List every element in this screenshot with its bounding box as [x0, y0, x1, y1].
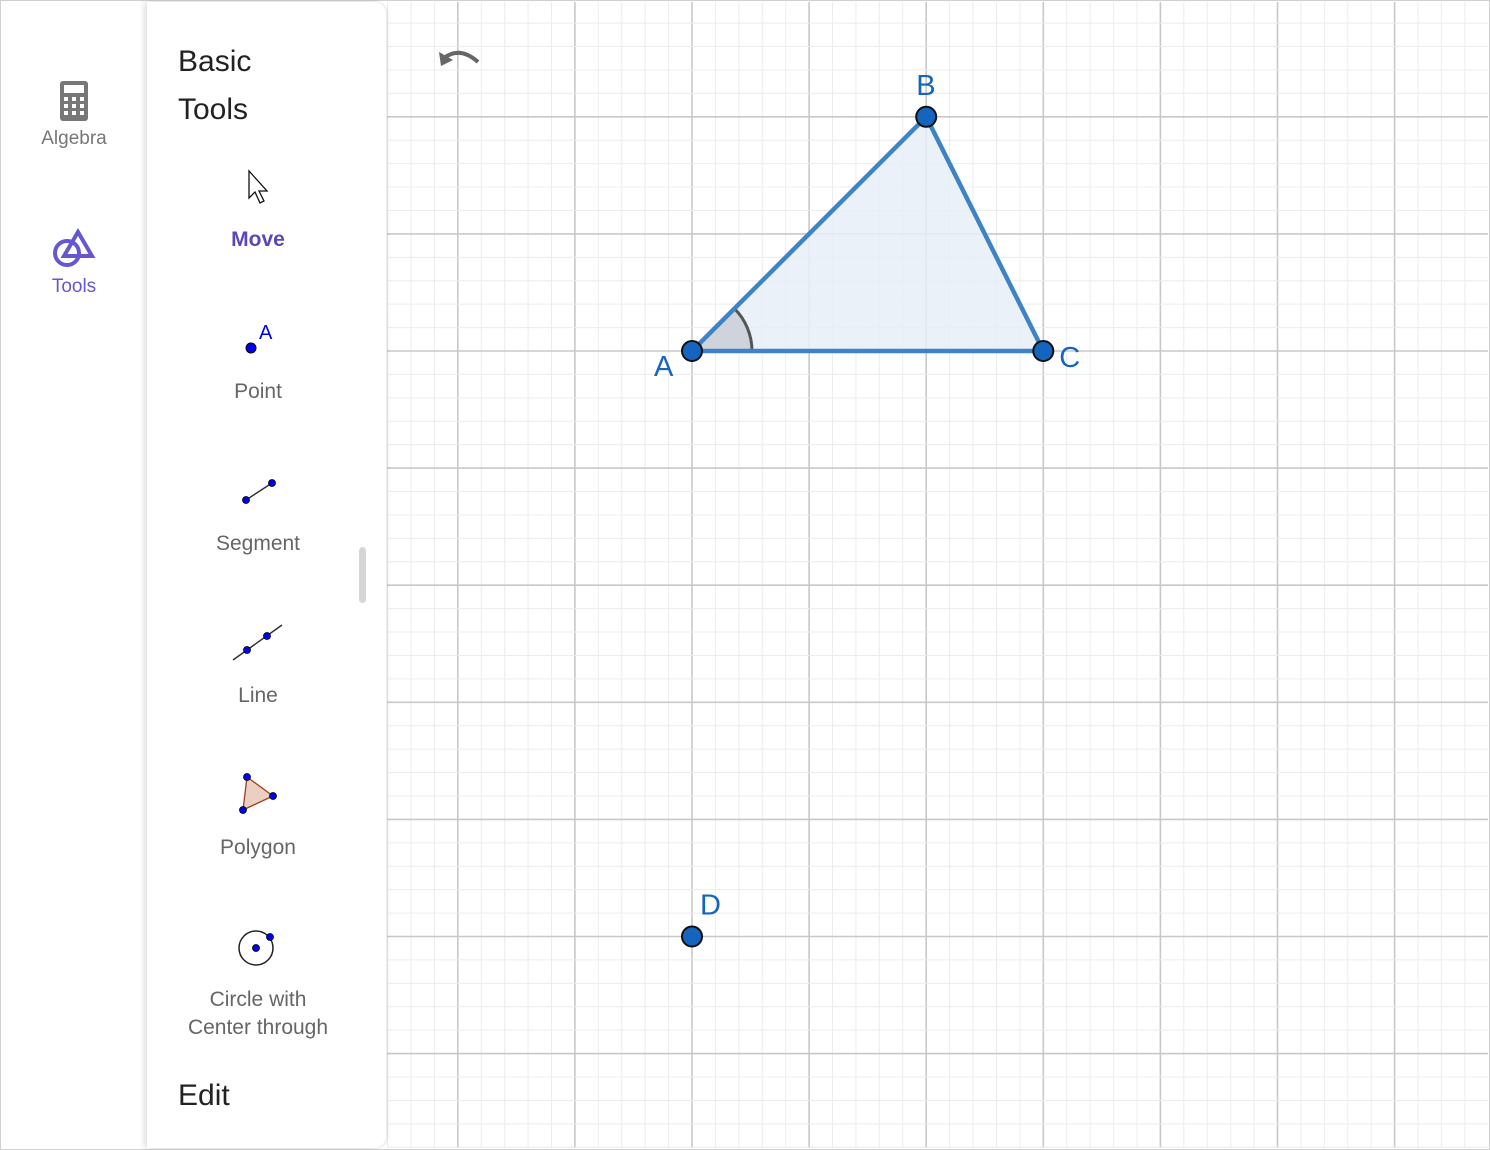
undo-button[interactable] — [436, 44, 484, 76]
cursor-arrow-icon — [248, 169, 269, 204]
tool-label: Line — [238, 684, 278, 707]
title-line: Basic — [178, 45, 252, 78]
tool-segment[interactable]: Segment — [147, 474, 369, 558]
undo-icon — [439, 50, 480, 66]
tool-move[interactable]: Move — [147, 168, 369, 254]
calculator-icon — [60, 81, 88, 121]
edit-section-title: Edit — [178, 1079, 230, 1112]
tool-label: Move — [231, 228, 285, 251]
tool-label: Polygon — [220, 836, 296, 859]
tools-shapes-icon — [53, 228, 96, 267]
rail-item-label: Algebra — [41, 128, 107, 149]
point-A[interactable] — [681, 340, 703, 362]
tool-label: Center through — [187, 1016, 329, 1039]
tool-label: Segment — [215, 532, 301, 555]
svg-text:A: A — [259, 322, 273, 344]
point-label-D: D — [700, 890, 721, 922]
title-line: Tools — [178, 93, 249, 126]
point-icon: A — [245, 322, 273, 354]
rail-item-algebra[interactable]: Algebra — [2, 80, 146, 150]
point-C[interactable] — [1032, 340, 1055, 362]
circle-center-point-icon — [238, 930, 274, 966]
point-label-B: B — [916, 70, 935, 102]
tool-line[interactable]: Line — [147, 622, 369, 710]
line-icon — [232, 624, 283, 661]
rail-item-label: Tools — [51, 276, 97, 297]
polygon-icon — [239, 773, 277, 814]
tools-panel: Basic Tools Move A Point Segment Line Po… — [147, 2, 386, 1148]
tool-point[interactable]: A Point — [147, 320, 369, 406]
panel-scrollbar[interactable] — [359, 547, 366, 603]
point-D[interactable] — [681, 925, 703, 948]
point-B[interactable] — [915, 105, 938, 128]
panel-title: Basic Tools — [178, 38, 251, 134]
tool-label: Point — [234, 380, 282, 403]
segment-icon — [242, 479, 276, 504]
tool-polygon[interactable]: Polygon — [147, 772, 369, 862]
side-rail: Algebra Tools — [2, 2, 146, 1148]
point-label-A: A — [654, 351, 674, 383]
tool-circle-center-through[interactable]: Circle with Center through — [147, 926, 369, 1042]
tool-label: Circle with — [209, 988, 307, 1011]
point-label-C: C — [1059, 342, 1080, 374]
rail-item-tools[interactable]: Tools — [2, 228, 146, 298]
